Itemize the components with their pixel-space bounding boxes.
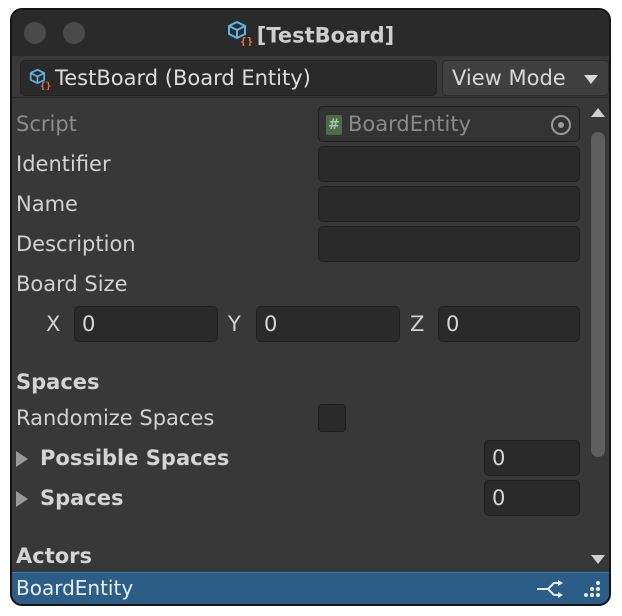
script-field[interactable]: # BoardEntity — [318, 106, 580, 142]
title-bar: {} [TestBoard] — [12, 10, 609, 56]
resize-grip-icon[interactable] — [582, 579, 602, 599]
scroll-down-icon[interactable] — [591, 555, 605, 564]
x-label: X — [46, 312, 61, 336]
randomize-spaces-checkbox[interactable] — [318, 404, 346, 432]
object-picker-icon[interactable] — [551, 115, 571, 135]
inspector-window: {} [TestBoard] {} TestBoard (Board Entit… — [10, 8, 611, 606]
foldout-arrow-icon — [16, 491, 28, 507]
script-value: BoardEntity — [348, 112, 472, 136]
object-name-text: TestBoard (Board Entity) — [55, 66, 311, 90]
view-mode-label: View Mode — [452, 66, 566, 90]
spaces-list-label: Spaces — [40, 486, 124, 510]
name-input[interactable] — [318, 186, 580, 222]
status-label: BoardEntity — [16, 576, 134, 600]
scrollbar-thumb[interactable] — [591, 132, 605, 457]
z-label: Z — [410, 312, 425, 336]
inspector-header: {} TestBoard (Board Entity) View Mode — [12, 56, 609, 98]
chevron-down-icon — [584, 75, 598, 84]
view-mode-dropdown[interactable]: View Mode — [442, 60, 609, 96]
connect-icon[interactable] — [536, 579, 566, 599]
vertical-scrollbar[interactable] — [587, 100, 609, 572]
z-input[interactable]: 0 — [438, 306, 580, 342]
object-name-field[interactable]: {} TestBoard (Board Entity) — [20, 60, 437, 96]
spaces-heading: Spaces — [16, 370, 100, 394]
description-label: Description — [16, 232, 136, 256]
possible-spaces-label: Possible Spaces — [40, 446, 230, 470]
svg-text:{}: {} — [40, 81, 51, 90]
randomize-spaces-label: Randomize Spaces — [16, 406, 215, 430]
window-title: {} [TestBoard] — [12, 20, 609, 51]
spaces-foldout[interactable]: Spaces — [16, 480, 124, 516]
name-label: Name — [16, 192, 78, 216]
cube-script-icon: {} — [227, 20, 253, 51]
identifier-input[interactable] — [318, 146, 580, 182]
identifier-label: Identifier — [16, 152, 111, 176]
cube-script-icon: {} — [29, 68, 51, 92]
scroll-up-icon[interactable] — [591, 108, 605, 117]
x-input[interactable]: 0 — [74, 306, 218, 342]
script-hash-icon: # — [326, 115, 342, 135]
spaces-size-input[interactable]: 0 — [484, 480, 580, 516]
board-size-label: Board Size — [16, 272, 128, 296]
possible-spaces-size-input[interactable]: 0 — [484, 440, 580, 476]
description-input[interactable] — [318, 226, 580, 262]
foldout-arrow-icon — [16, 451, 28, 467]
inspector-content: Script # BoardEntity Identifier Name Desc… — [12, 100, 587, 572]
possible-spaces-foldout[interactable]: Possible Spaces — [16, 440, 229, 476]
script-label: Script — [16, 112, 77, 136]
actors-heading: Actors — [16, 544, 93, 568]
window-title-text: [TestBoard] — [256, 23, 395, 48]
svg-text:{}: {} — [240, 35, 253, 46]
y-label: Y — [228, 312, 241, 336]
status-bar: BoardEntity — [12, 572, 609, 604]
y-input[interactable]: 0 — [256, 306, 400, 342]
